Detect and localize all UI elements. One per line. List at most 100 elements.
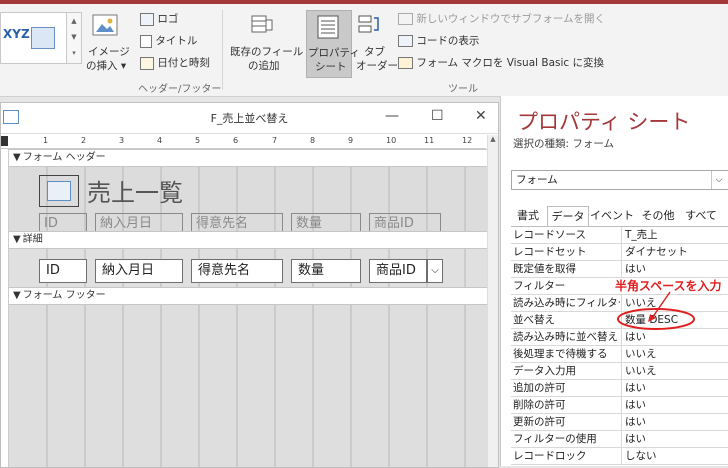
- tab-format[interactable]: 書式: [511, 206, 545, 226]
- property-name: データ入力用: [513, 365, 576, 377]
- property-row-record-locks[interactable]: レコードロック しない: [511, 448, 728, 465]
- minimize-button[interactable]: —: [385, 108, 399, 124]
- theme-gallery[interactable]: XYZ: [0, 12, 68, 64]
- tab-order-label: タブ: [364, 46, 385, 58]
- view-code-button[interactable]: コードの表示: [398, 33, 479, 48]
- property-row-allow-edits[interactable]: 更新の許可 はい: [511, 414, 728, 431]
- theme-sample-text: XYZ: [3, 27, 30, 41]
- calendar-icon: [140, 56, 154, 70]
- form-logo-placeholder[interactable]: [39, 175, 79, 207]
- property-name: 更新の許可: [513, 416, 566, 428]
- form-header-section-bar[interactable]: ▼ フォーム ヘッダー: [9, 149, 487, 167]
- tab-order-label2: オーダー: [356, 60, 398, 72]
- property-row-data-entry[interactable]: データ入力用 いいえ: [511, 363, 728, 380]
- theme-icon: [31, 27, 55, 49]
- property-sheet-label: プロパティ: [308, 47, 360, 59]
- property-sheet-button[interactable]: プロパティ シート: [306, 10, 360, 78]
- selection-type-label: 選択の種類: フォーム: [513, 138, 615, 150]
- title-button[interactable]: タイトル: [140, 33, 197, 48]
- ruler-number: 3: [119, 136, 125, 145]
- horizontal-ruler: 1 2 3 4 5 6 7 8 9 10 11 12: [1, 135, 486, 149]
- ruler-corner[interactable]: [1, 136, 8, 146]
- convert-macros-button[interactable]: フォーム マクロを Visual Basic に変換: [398, 55, 604, 70]
- detail-section-bar[interactable]: ▼ 詳細: [9, 231, 487, 249]
- property-value[interactable]: しない: [621, 448, 728, 464]
- property-value[interactable]: はい: [621, 380, 728, 396]
- detail-field-product[interactable]: 商品ID: [369, 259, 427, 283]
- tools-group-label: ツール: [448, 84, 478, 95]
- property-value[interactable]: はい: [621, 397, 728, 413]
- property-row-wait-post-processing[interactable]: 後処理まで待機する いいえ: [511, 346, 728, 363]
- ruler-number: 7: [272, 136, 278, 145]
- ruler-number: 6: [233, 136, 239, 145]
- maximize-button[interactable]: ☐: [431, 108, 444, 124]
- form-header-grid: 売上一覧 ID 納入月日 得意先名 数量 商品ID: [9, 167, 487, 235]
- property-grid: レコードソース T_売上 レコードセット ダイナセット 既定値を取得 はい フィルター…: [511, 226, 728, 465]
- detail-field-date[interactable]: 納入月日: [95, 259, 183, 283]
- tab-other[interactable]: その他: [637, 206, 679, 226]
- ruler-number: 12: [462, 136, 473, 145]
- image-icon[interactable]: [92, 14, 118, 38]
- vertical-ruler: [1, 149, 9, 467]
- form-title-label[interactable]: 売上一覧: [87, 173, 183, 208]
- form-window-title: F_売上並べ替え: [210, 112, 289, 125]
- annotation-arrow: [651, 291, 671, 319]
- form-design-window: F_売上並べ替え — ☐ ✕ 1 2 3 4 5 6 7 8 9 10 11 12 ▼ フォーム ヘッダ…: [0, 102, 499, 468]
- scroll-up-icon[interactable]: ▲: [488, 135, 498, 143]
- property-value[interactable]: ダイナセット: [621, 244, 728, 260]
- title-icon: [140, 34, 152, 48]
- form-vertical-scrollbar[interactable]: ▲: [487, 135, 498, 467]
- insert-image-label2[interactable]: の挿入 ▾: [86, 58, 126, 73]
- property-row-allow-deletions[interactable]: 削除の許可 はい: [511, 397, 728, 414]
- property-value[interactable]: いいえ: [621, 363, 728, 379]
- property-name: 既定値を取得: [513, 263, 576, 275]
- gallery-scroll[interactable]: ▲ ▼ ▾: [66, 12, 82, 64]
- property-sheet-title: プロパティ シート: [517, 110, 691, 134]
- ruler-number: 10: [386, 136, 397, 145]
- property-row-allow-filters[interactable]: フィルターの使用 はい: [511, 431, 728, 448]
- datetime-button[interactable]: 日付と時刻: [140, 55, 210, 70]
- new-window-icon: [398, 13, 413, 25]
- logo-button[interactable]: ロゴ: [140, 11, 178, 26]
- tab-all[interactable]: すべて: [681, 206, 721, 226]
- header-footer-group-label: ヘッダー/フッター: [138, 84, 222, 95]
- property-value[interactable]: いいえ: [621, 346, 728, 362]
- add-existing-field-label: 既存のフィールド: [230, 46, 314, 58]
- tab-order-icon[interactable]: [358, 14, 380, 36]
- insert-image-label: イメージ: [88, 46, 130, 58]
- form-footer-section-bar[interactable]: ▼ フォーム フッター: [9, 287, 487, 305]
- detail-field-quantity[interactable]: 数量: [291, 259, 361, 283]
- property-name: レコードソース: [513, 229, 586, 241]
- object-selector-combo[interactable]: フォーム ⌵: [511, 170, 728, 190]
- property-row-recordset[interactable]: レコードセット ダイナセット: [511, 244, 728, 261]
- group-separator: [222, 10, 223, 90]
- property-value[interactable]: はい: [621, 414, 728, 430]
- property-value[interactable]: はい: [621, 261, 728, 277]
- add-existing-field-label2: の追加: [248, 60, 280, 72]
- tab-data[interactable]: データ: [547, 206, 589, 227]
- property-value[interactable]: T_売上: [621, 227, 728, 243]
- property-row-allow-additions[interactable]: 追加の許可 はい: [511, 380, 728, 397]
- detail-field-customer[interactable]: 得意先名: [191, 259, 283, 283]
- ruler-number: 1: [43, 136, 49, 145]
- close-button[interactable]: ✕: [475, 108, 487, 124]
- property-name: レコードロック: [513, 450, 587, 462]
- property-row-fetch-defaults[interactable]: 既定値を取得 はい: [511, 261, 728, 278]
- chevron-down-icon[interactable]: ⌵: [711, 171, 726, 189]
- object-selector-value: フォーム: [516, 174, 558, 186]
- product-combo-dropdown[interactable]: ⌵: [427, 259, 443, 283]
- ruler-number: 9: [348, 136, 354, 145]
- logo-icon: [140, 12, 154, 26]
- property-sheet-label2: シート: [315, 61, 347, 73]
- property-name: 追加の許可: [513, 382, 566, 394]
- detail-field-id[interactable]: ID: [39, 259, 87, 283]
- existing-field-icon[interactable]: [251, 14, 273, 36]
- property-value[interactable]: はい: [621, 431, 728, 447]
- tab-event[interactable]: イベント: [589, 206, 635, 226]
- ruler-number: 5: [195, 136, 201, 145]
- property-row-record-source[interactable]: レコードソース T_売上: [511, 227, 728, 244]
- annotation-overlay: [617, 291, 695, 330]
- open-subform-new-window-button[interactable]: 新しいウィンドウでサブフォームを開く: [398, 11, 605, 26]
- property-name: 後処理まで待機する: [513, 348, 608, 360]
- form-window-titlebar: F_売上並べ替え — ☐ ✕: [1, 103, 498, 134]
